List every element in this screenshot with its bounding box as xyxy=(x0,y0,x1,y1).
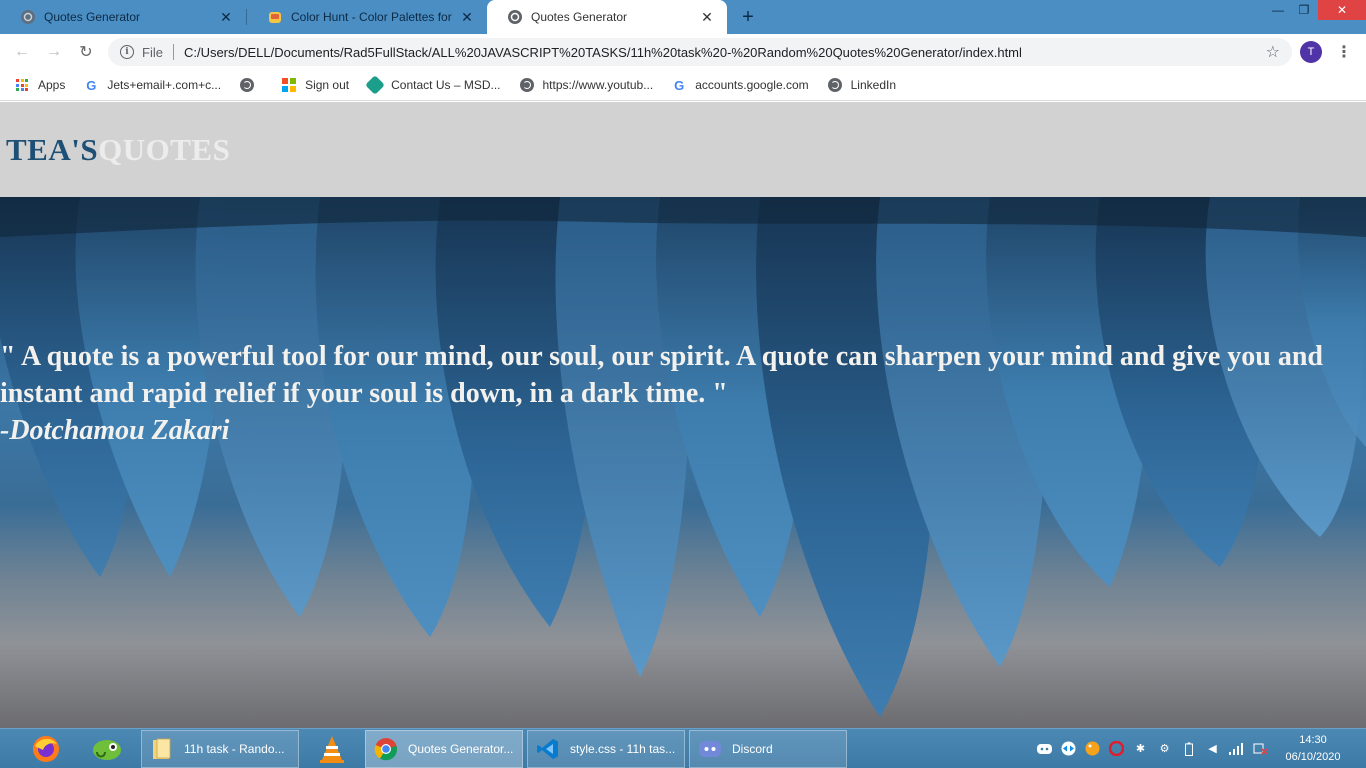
firefox-icon[interactable] xyxy=(30,733,62,765)
vlc-icon[interactable] xyxy=(316,733,348,765)
bookmark-linkedin[interactable]: LinkedIn xyxy=(827,77,896,93)
address-divider xyxy=(172,44,174,60)
bookmark-globe[interactable] xyxy=(239,77,263,93)
chrome-icon xyxy=(374,737,398,761)
folder-icon xyxy=(150,737,174,761)
bookmark-label: LinkedIn xyxy=(850,78,896,92)
address-scheme: File xyxy=(142,44,163,60)
taskbar-button-label: Discord xyxy=(732,742,773,756)
hero-flower-background: " A quote is a powerful tool for our min… xyxy=(0,197,1366,728)
signal-icon[interactable] xyxy=(1229,741,1244,756)
flower-petals-illustration xyxy=(0,197,1366,717)
browser-menu-icon[interactable]: ⋮ xyxy=(1336,40,1352,64)
apps-grid-icon xyxy=(14,77,30,93)
taskbar-button-label: 11h task - Rando... xyxy=(184,742,285,756)
google-icon: G xyxy=(674,77,685,93)
close-window-icon[interactable]: ✕ xyxy=(1318,0,1366,20)
volume-icon[interactable]: ◀ xyxy=(1205,741,1220,756)
paint-icon[interactable] xyxy=(1085,741,1100,756)
taskbar-button-label: style.css - 11h tas... xyxy=(570,742,676,756)
new-tab-button[interactable]: + xyxy=(736,5,760,29)
minimize-window-icon[interactable]: — xyxy=(1264,0,1292,20)
bookmark-apps[interactable]: Apps xyxy=(14,77,65,93)
globe-icon xyxy=(21,10,35,24)
opera-icon[interactable] xyxy=(1109,741,1124,756)
forward-button[interactable]: → xyxy=(42,40,66,64)
bookmark-label: Apps xyxy=(38,78,66,92)
tab-quotes-generator-active[interactable]: Quotes Generator ✕ xyxy=(487,0,727,34)
msd-icon xyxy=(365,75,386,95)
tab-quotes-generator-1[interactable]: Quotes Generator ✕ xyxy=(0,0,246,34)
bookmark-youtube[interactable]: https://www.youtub... xyxy=(519,77,654,93)
bookmark-star-icon[interactable]: ☆ xyxy=(1266,42,1280,62)
microsoft-icon xyxy=(281,77,297,93)
brand-part-1: TEA'S xyxy=(6,132,99,167)
globe-icon xyxy=(519,77,535,93)
bookmark-label: Jets+email+.com+c... xyxy=(107,78,222,92)
page-viewport: TEA'SQUOTES " A quote is a powerful tool… xyxy=(0,102,1366,728)
tab-color-hunt[interactable]: Color Hunt - Color Palettes for Designer… xyxy=(247,0,487,34)
close-tab-icon[interactable]: ✕ xyxy=(459,9,475,25)
discord-icon xyxy=(698,737,722,761)
bookmarks-bar: Apps G Jets+email+.com+c... Sign out Con… xyxy=(0,70,1366,101)
address-bar[interactable]: i File C:/Users/DELL/Documents/Rad5FullS… xyxy=(108,38,1292,66)
bookmark-contact-msd[interactable]: Contact Us – MSD... xyxy=(365,75,501,95)
clock-time: 14:30 xyxy=(1299,734,1327,746)
close-tab-icon[interactable]: ✕ xyxy=(699,9,715,25)
bookmark-jets-email[interactable]: G Jets+email+.com+c... xyxy=(83,77,221,93)
vscode-icon xyxy=(536,737,560,761)
quote-text: " A quote is a powerful tool for our min… xyxy=(0,341,1323,409)
reload-button[interactable]: ↻ xyxy=(74,40,98,64)
close-tab-icon[interactable]: ✕ xyxy=(218,9,234,25)
bookmark-label: Sign out xyxy=(305,78,350,92)
quote-author: -Dotchamou Zakari xyxy=(0,415,230,446)
tab-title: Color Hunt - Color Palettes for Designer… xyxy=(291,10,453,24)
bookmark-label: Contact Us – MSD... xyxy=(391,78,501,92)
browser-toolbar: ← → ↻ i File C:/Users/DELL/Documents/Rad… xyxy=(0,34,1366,70)
globe-icon xyxy=(827,77,843,93)
network-icon[interactable] xyxy=(1253,741,1268,756)
taskbar-clock[interactable]: 14:30 06/10/2020 xyxy=(1278,732,1348,766)
back-button[interactable]: ← xyxy=(10,40,34,64)
brand-part-2: QUOTES xyxy=(98,132,231,167)
taskbar-discord[interactable]: Discord xyxy=(689,730,847,768)
tab-title: Quotes Generator xyxy=(531,10,628,24)
system-tray: ✱ ⚙ ◀ xyxy=(1037,741,1268,756)
device-icon[interactable]: ⚙ xyxy=(1157,741,1172,756)
taskbar-chrome[interactable]: Quotes Generator... xyxy=(365,730,523,768)
site-header: TEA'SQUOTES xyxy=(0,102,1366,197)
globe-icon xyxy=(239,77,255,93)
bookmark-sign-out[interactable]: Sign out xyxy=(281,77,349,93)
browser-tab-strip: Quotes Generator ✕ Color Hunt - Color Pa… xyxy=(0,0,1366,34)
chameleon-icon[interactable] xyxy=(91,733,123,765)
battery-icon[interactable] xyxy=(1181,741,1196,756)
teamviewer-icon[interactable] xyxy=(1061,741,1076,756)
bookmark-accounts-google[interactable]: G accounts.google.com xyxy=(671,77,808,93)
site-logo: TEA'SQUOTES xyxy=(6,132,230,168)
address-url[interactable]: C:/Users/DELL/Documents/Rad5FullStack/AL… xyxy=(184,45,1266,60)
google-icon: G xyxy=(86,77,97,93)
globe-icon xyxy=(508,10,522,24)
profile-avatar[interactable]: T xyxy=(1300,41,1322,63)
info-icon[interactable]: i xyxy=(120,45,134,59)
restore-window-icon[interactable]: ❐ xyxy=(1290,0,1318,20)
windows-taskbar: 11h task - Rando... Quotes Generator... … xyxy=(0,728,1366,768)
bookmark-label: https://www.youtub... xyxy=(542,78,654,92)
tab-title: Quotes Generator xyxy=(44,10,141,24)
taskbar-file-explorer[interactable]: 11h task - Rando... xyxy=(141,730,299,768)
clock-date: 06/10/2020 xyxy=(1285,751,1341,763)
color-hunt-icon xyxy=(269,12,281,23)
discord-tray-icon[interactable] xyxy=(1037,741,1052,756)
bluetooth-icon[interactable]: ✱ xyxy=(1133,741,1148,756)
taskbar-vscode[interactable]: style.css - 11h tas... xyxy=(527,730,685,768)
bookmark-label: accounts.google.com xyxy=(695,78,809,92)
taskbar-button-label: Quotes Generator... xyxy=(408,742,514,756)
